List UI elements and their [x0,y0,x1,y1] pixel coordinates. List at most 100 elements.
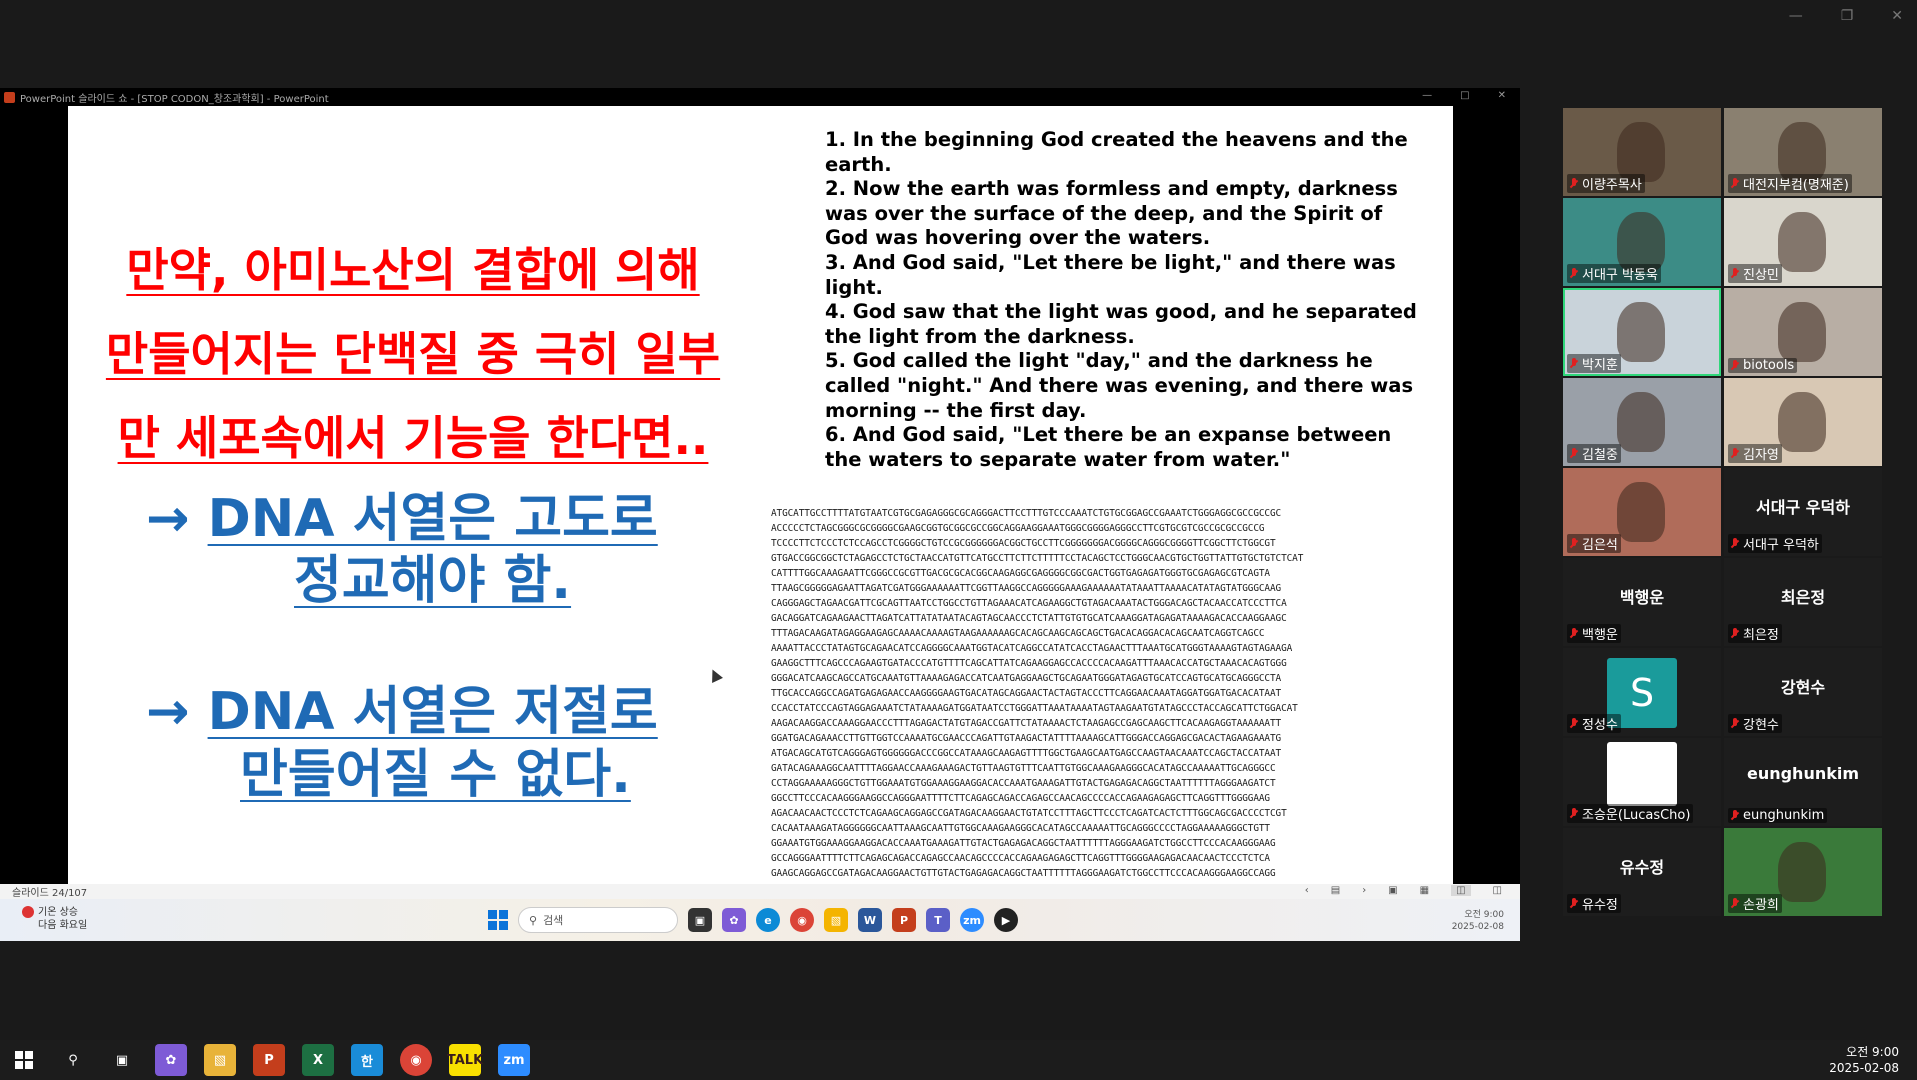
muted-mic-icon [1570,807,1578,820]
participant-video [1778,212,1826,272]
previous-slide-icon[interactable]: ‹ [1305,885,1309,896]
muted-mic-icon [1570,447,1578,460]
muted-mic-icon [1731,897,1739,910]
muted-mic-icon [1731,359,1739,372]
minimize-icon[interactable]: — [1789,8,1803,24]
participant-tile[interactable]: biotools [1724,288,1882,376]
muted-mic-icon [1731,267,1739,280]
participant-tile[interactable]: 김철중 [1563,378,1721,466]
participant-tile[interactable]: 조승운(LucasCho) [1563,738,1721,826]
participant-name-label: 김철중 [1567,444,1621,463]
teams-icon[interactable]: T [926,908,950,932]
kakaotalk-icon[interactable]: TALK [447,1044,483,1076]
edge-icon[interactable]: e [756,908,780,932]
slide: 만약, 아미노산의 결합에 의해 만들어지는 단백질 중 극히 일부 만 세포속… [68,106,1453,884]
participant-name-label: 김자영 [1728,444,1782,463]
word-icon[interactable]: W [858,908,882,932]
close-icon[interactable]: ✕ [1498,90,1506,101]
participant-tile[interactable]: 유수정 유수정 [1563,828,1721,916]
participant-name: 손광희 [1743,898,1779,913]
participant-tile[interactable]: 대전지부컴(명재준) [1724,108,1882,196]
chrome-icon[interactable]: ◉ [790,908,814,932]
participant-tile[interactable]: 손광희 [1724,828,1882,916]
participant-name: 유수정 [1582,898,1618,913]
zoom-icon[interactable]: zm [960,908,984,932]
genesis-verse: 2. Now the earth was formless and empty,… [825,177,1398,250]
muted-mic-icon [1570,537,1578,550]
arrow-icon: → [146,682,190,742]
participant-tile[interactable]: eunghunkim eunghunkim [1724,738,1882,826]
powerpoint-app-icon[interactable]: P [892,908,916,932]
system-clock: 오전 9:00 2025-02-08 [1829,1044,1899,1076]
participant-video [1617,122,1665,182]
participant-name: 서대구 우덕하 [1743,538,1819,553]
participant-video [1778,122,1826,182]
slideshow-view-icon[interactable]: ◫ [1493,885,1502,896]
dna-line: GCCAGGGAATTTTCTTCAGAGCAGACCAGAGCCAACAGCC… [771,853,1270,864]
copilot-icon[interactable]: ✿ [155,1044,187,1076]
weather-subtitle: 다음 화요일 [38,920,88,931]
participant-name-label: 유수정 [1567,894,1621,913]
maximize-icon[interactable]: □ [1460,90,1469,101]
participant-tile[interactable]: 서대구 우덕하 서대구 우덕하 [1724,468,1882,556]
close-icon[interactable]: ✕ [1891,8,1903,24]
participant-name: 김자영 [1743,448,1779,463]
file-explorer-icon[interactable]: ▧ [824,908,848,932]
muted-mic-icon [1570,177,1578,190]
participant-tile[interactable]: 강현수 강현수 [1724,648,1882,736]
windows-start-icon[interactable] [488,910,508,930]
slide-korean-line-3: 만 세포속에서 기능을 한다면.. [117,411,709,465]
muted-mic-icon [1731,809,1739,822]
media-player-icon[interactable]: ▶ [994,908,1018,932]
chrome-icon[interactable]: ◉ [400,1044,432,1076]
participant-video [1617,392,1665,452]
restore-icon[interactable]: ❐ [1841,8,1854,24]
hangul-icon[interactable]: 한 [351,1044,383,1076]
copilot-icon[interactable]: ✿ [722,908,746,932]
genesis-verse: 4. God saw that the light was good, and … [825,300,1417,348]
next-slide-icon[interactable]: › [1362,885,1366,896]
task-view-icon[interactable]: ▣ [106,1044,138,1076]
taskbar-search-input[interactable]: ⚲ 검색 [518,907,678,933]
ppt-window-controls: — □ ✕ [1422,90,1506,101]
system-time: 오전 9:00 [1846,1045,1899,1059]
file-explorer-icon[interactable]: ▧ [204,1044,236,1076]
minimize-icon[interactable]: — [1422,90,1432,101]
participant-video [1778,392,1826,452]
participant-tile[interactable]: 진상민 [1724,198,1882,286]
windows-start-icon[interactable] [8,1044,40,1076]
participant-tile[interactable]: 서대구 박동욱 [1563,198,1721,286]
zoom-icon[interactable]: zm [498,1044,530,1076]
normal-view-icon[interactable]: ▣ [1388,885,1397,896]
participant-tile[interactable]: S 정성수 [1563,648,1721,736]
participant-tile[interactable]: 이량주목사 [1563,108,1721,196]
search-icon: ⚲ [529,913,538,927]
dna-line: TTAAGCGGGGGAGAATTAGATCGATGGGAAAAAATTCGGT… [771,583,1282,594]
participant-name-label: 김은석 [1567,534,1621,553]
participant-tile[interactable]: 박지훈 [1563,288,1721,376]
slide-menu-icon[interactable]: ▤ [1331,885,1340,896]
weather-widget[interactable]: 기온 상승 다음 화요일 [22,906,87,932]
dna-line: GGAAATGTGGAAAGGAAGGACACCAAATGAAAGATTGTAC… [771,838,1276,849]
shared-date: 2025-02-08 [1451,922,1504,932]
participant-name-label: 손광희 [1728,894,1782,913]
dna-line: CCACCTATCCCAGTAGGAGAAATCTATAAAAGATGGATAA… [771,703,1298,714]
participant-tile[interactable]: 최은정 최은정 [1724,558,1882,646]
powerpoint-app-icon[interactable]: P [253,1044,285,1076]
participant-tile[interactable]: 김은석 [1563,468,1721,556]
dna-line: GGGACATCAAGCAGCCATGCAAATGTTAAAAGAGACCATC… [771,673,1282,684]
reading-view-icon[interactable]: ◫ [1451,885,1471,896]
participant-display-name: 강현수 [1780,678,1826,697]
participant-name: 강현수 [1743,718,1779,733]
dna-line: GAAGCAGGAGCCGATAGACAAGGAACTGTTGTACTGAGAG… [771,868,1276,879]
search-icon[interactable]: ⚲ [57,1044,89,1076]
taskbar-apps: ⚲ ▣ ✿ ▧ P X 한 ◉ TALK zm [8,1044,530,1076]
participant-tile[interactable]: 김자영 [1724,378,1882,466]
task-view-icon[interactable]: ▣ [688,908,712,932]
powerpoint-titlebar: PowerPoint 슬라이드 쇼 - [STOP CODON_창조과학회] -… [0,88,1520,106]
participant-name: 김철중 [1582,448,1618,463]
excel-icon[interactable]: X [302,1044,334,1076]
participant-tile[interactable]: 백행운 백행운 [1563,558,1721,646]
slide-sorter-icon[interactable]: ▦ [1420,885,1429,896]
avatar [1607,742,1677,806]
